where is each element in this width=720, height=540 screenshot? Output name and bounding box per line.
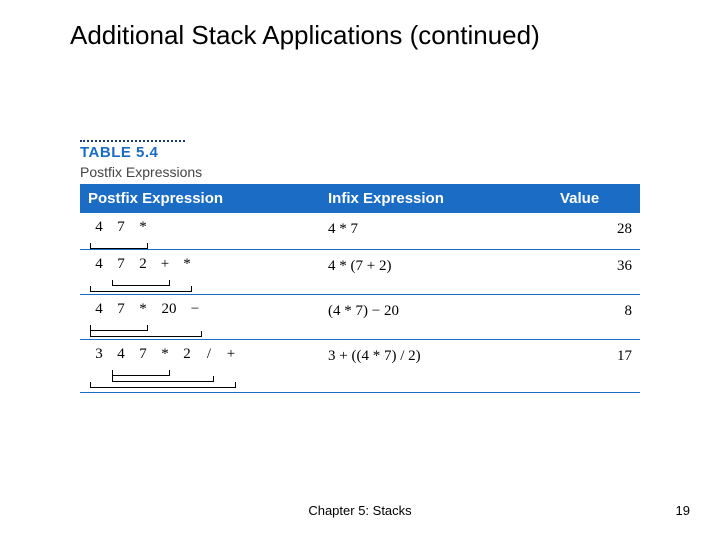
token: / [198,346,220,363]
token: * [176,256,198,273]
postfix-cell: 47* [80,217,320,249]
token: 7 [110,219,132,236]
token: + [220,346,242,363]
token: + [154,256,176,273]
footer-chapter: Chapter 5: Stacks [0,503,720,518]
token: 4 [110,346,132,363]
slide-title: Additional Stack Applications (continued… [70,20,540,51]
token: 4 [88,301,110,318]
token: 20 [154,301,184,318]
value-cell: 8 [520,299,640,324]
table-row: 347*2/+ 3 + ((4 * 7) / 2) 17 [80,340,640,393]
header-infix: Infix Expression [320,184,520,213]
bracket [90,331,202,337]
postfix-cell: 47*20− [80,299,320,331]
value-cell: 28 [520,217,640,242]
infix-cell: (4 * 7) − 20 [320,299,520,324]
token: 2 [176,346,198,363]
table-label: TABLE 5.4 [80,144,640,161]
token: * [154,346,176,363]
token: 3 [88,346,110,363]
infix-cell: 4 * 7 [320,217,520,242]
token: 7 [110,301,132,318]
bracket [90,382,236,388]
value-cell: 17 [520,344,640,369]
token: − [184,301,206,318]
infix-cell: 4 * (7 + 2) [320,254,520,279]
postfix-cell: 472+* [80,254,320,286]
footer-page-number: 19 [676,503,690,518]
bracket [90,286,192,292]
table-row: 47*20− (4 * 7) − 20 8 [80,295,640,340]
bracket [90,243,148,249]
token: 7 [110,256,132,273]
table-row: 47* 4 * 7 28 [80,213,640,250]
token: * [132,219,154,236]
infix-cell: 3 + ((4 * 7) / 2) [320,344,520,369]
header-postfix: Postfix Expression [80,184,320,213]
value-cell: 36 [520,254,640,279]
table-row: 472+* 4 * (7 + 2) 36 [80,250,640,295]
token: * [132,301,154,318]
table-caption: Postfix Expressions [80,164,640,180]
table-container: TABLE 5.4 Postfix Expressions Postfix Ex… [80,140,640,393]
token: 7 [132,346,154,363]
postfix-cell: 347*2/+ [80,344,320,376]
token: 2 [132,256,154,273]
dotted-rule [80,140,185,142]
token: 4 [88,256,110,273]
token: 4 [88,219,110,236]
table-header-row: Postfix Expression Infix Expression Valu… [80,184,640,213]
header-value: Value [520,184,640,213]
